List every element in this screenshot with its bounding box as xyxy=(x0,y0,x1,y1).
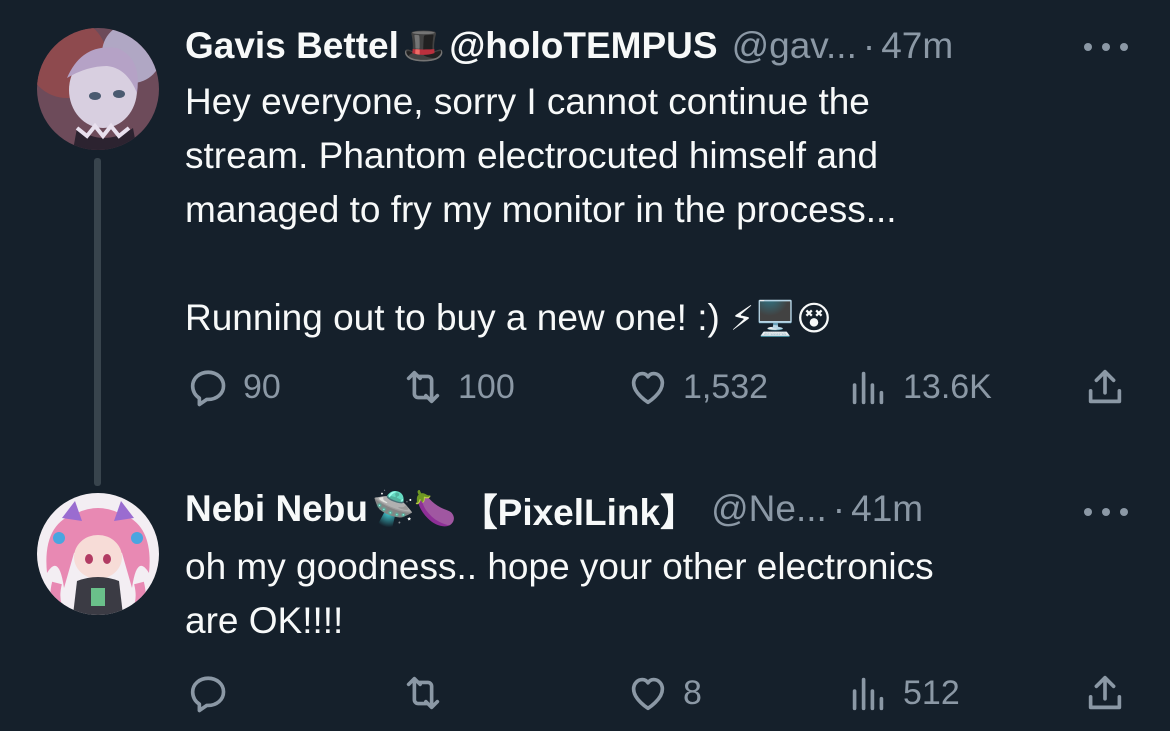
tweet-text-line: Hey everyone, sorry I cannot continue th… xyxy=(185,81,870,122)
like-count: 1,532 xyxy=(683,367,769,406)
repost-icon xyxy=(406,370,440,404)
like-icon xyxy=(631,677,665,711)
tweet-actions: 8 512 xyxy=(185,668,1135,718)
avatar-image xyxy=(37,493,159,615)
reply-button[interactable] xyxy=(185,668,243,718)
reply-icon xyxy=(190,676,226,713)
separator-dot: · xyxy=(832,488,846,529)
display-name-suffix[interactable]: @holoTEMPUS xyxy=(449,25,717,67)
more-icon[interactable] xyxy=(1084,497,1128,527)
like-button[interactable]: 8 xyxy=(625,668,702,718)
repost-button[interactable]: 100 xyxy=(400,362,515,412)
share-icon xyxy=(1088,369,1122,404)
avatar[interactable] xyxy=(37,493,159,615)
avatar-image xyxy=(37,28,159,150)
tweet[interactable]: Gavis Bettel 🎩 @holoTEMPUS @gav... · 47m… xyxy=(0,0,1170,460)
views-count: 13.6K xyxy=(903,367,992,406)
tweet-text: oh my goodness.. hope your other electro… xyxy=(185,540,1085,648)
reply-count: 90 xyxy=(243,367,281,406)
tweet-text: Hey everyone, sorry I cannot continue th… xyxy=(185,75,1085,346)
timestamp[interactable]: 47m xyxy=(881,25,953,67)
share-icon xyxy=(1088,675,1122,710)
top-hat-emoji: 🎩 xyxy=(402,27,446,65)
ufo-eggplant-emoji: 🛸🍆 xyxy=(371,490,457,528)
repost-count: 100 xyxy=(458,367,515,406)
tweet-text-line: Running out to buy a new one! :) ⚡🖥️😵 xyxy=(185,297,832,338)
repost-icon xyxy=(406,676,440,710)
timestamp[interactable]: 41m xyxy=(851,488,923,530)
tweet[interactable]: Nebi Nebu 🛸🍆 【PixelLink】 @Ne... · 41m oh… xyxy=(0,460,1170,731)
tweet-text-line: oh my goodness.. hope your other electro… xyxy=(185,546,934,587)
views-button[interactable]: 512 xyxy=(845,668,960,718)
reply-button[interactable]: 90 xyxy=(185,362,281,412)
repost-button[interactable] xyxy=(400,668,458,718)
like-icon xyxy=(631,371,665,405)
display-name[interactable]: Nebi Nebu xyxy=(185,488,368,530)
views-button[interactable]: 13.6K xyxy=(845,362,992,412)
views-icon xyxy=(852,371,884,405)
display-name-suffix[interactable]: 【PixelLink】 xyxy=(461,482,697,536)
tweet-text-line: stream. Phantom electrocuted himself and xyxy=(185,135,879,176)
lightning-monitor-dizzy-emoji: ⚡🖥️😵 xyxy=(730,300,832,338)
separator-dot: · xyxy=(862,25,876,66)
tweet-actions: 90 100 1,532 13.6K xyxy=(185,362,1135,412)
share-button[interactable] xyxy=(1082,668,1128,718)
tweet-text-line: are OK!!!! xyxy=(185,600,344,641)
thread: Gavis Bettel 🎩 @holoTEMPUS @gav... · 47m… xyxy=(0,0,1170,731)
tweet-header: Nebi Nebu 🛸🍆 【PixelLink】 @Ne... · 41m xyxy=(185,487,923,533)
like-count: 8 xyxy=(683,673,702,712)
reply-icon xyxy=(190,370,226,407)
like-button[interactable]: 1,532 xyxy=(625,362,768,412)
handle[interactable]: @Ne... xyxy=(711,488,827,530)
tweet-header: Gavis Bettel 🎩 @holoTEMPUS @gav... · 47m xyxy=(185,24,953,68)
views-icon xyxy=(852,677,884,711)
tweet-text-line: managed to fry my monitor in the process… xyxy=(185,189,897,230)
share-button[interactable] xyxy=(1082,362,1128,412)
display-name[interactable]: Gavis Bettel xyxy=(185,25,399,67)
views-count: 512 xyxy=(903,673,960,712)
avatar[interactable] xyxy=(37,28,159,150)
handle[interactable]: @gav... xyxy=(732,25,857,67)
more-icon[interactable] xyxy=(1084,32,1128,62)
